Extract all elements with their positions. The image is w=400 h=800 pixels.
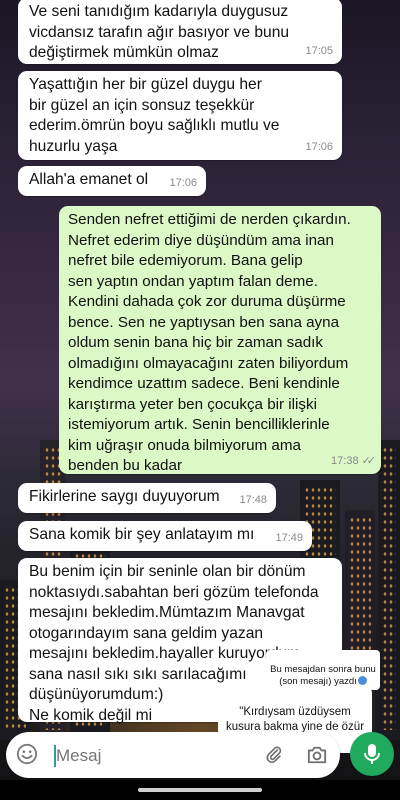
message-text: Yaşattığın her bir güzel duygu her bir g… [29, 76, 280, 155]
message-text: Fikirlerine saygı duyuyorum [29, 488, 220, 505]
message-meta: 17:38 ✓✓ [331, 451, 377, 472]
info-icon [357, 676, 367, 685]
emoji-icon[interactable] [16, 743, 38, 765]
message-bubble-incoming[interactable]: Fikirlerine saygı duyuyorum 17:48 [18, 483, 276, 513]
message-bubble-outgoing[interactable]: Senden nefret ettiğimi de nerden çıkardı… [59, 206, 381, 474]
home-handle[interactable] [138, 788, 262, 792]
voice-message-button[interactable] [350, 732, 394, 776]
message-time: 17:06 [305, 140, 333, 153]
message-time: 17:38 [331, 454, 359, 467]
message-text: Senden nefret ettiğimi de nerden çıkardı… [68, 211, 351, 474]
message-bubble-incoming[interactable]: Sana komik bir şey anlatayım mı 17:49 [18, 521, 312, 551]
mic-icon [364, 744, 380, 764]
message-time: 17:48 [239, 493, 267, 506]
message-input[interactable] [50, 745, 258, 767]
message-text: Ve seni tanıdığım kadarıyla duygusuz vic… [29, 3, 290, 61]
message-time: 17:06 [169, 176, 197, 189]
message-time: 17:05 [305, 44, 333, 57]
read-ticks-icon: ✓✓ [361, 454, 377, 467]
message-input-bar[interactable] [6, 732, 340, 778]
message-time: 17:49 [275, 531, 303, 544]
message-bubble-incoming[interactable]: Allah'a emanet ol 17:06 [18, 166, 206, 196]
camera-icon[interactable] [306, 745, 328, 765]
message-bubble-incoming[interactable]: Yaşattığın her bir güzel duygu her bir g… [18, 71, 342, 160]
message-bubble-incoming[interactable]: Ve seni tanıdığım kadarıyla duygusuz vic… [18, 0, 342, 64]
attach-icon[interactable] [264, 744, 284, 766]
message-text: Sana komik bir şey anlatayım mı [29, 526, 255, 543]
system-navigation-bar [0, 780, 400, 800]
annotation-note: Bu mesajdan sonra bunu (son mesajı) yazd… [266, 650, 380, 690]
